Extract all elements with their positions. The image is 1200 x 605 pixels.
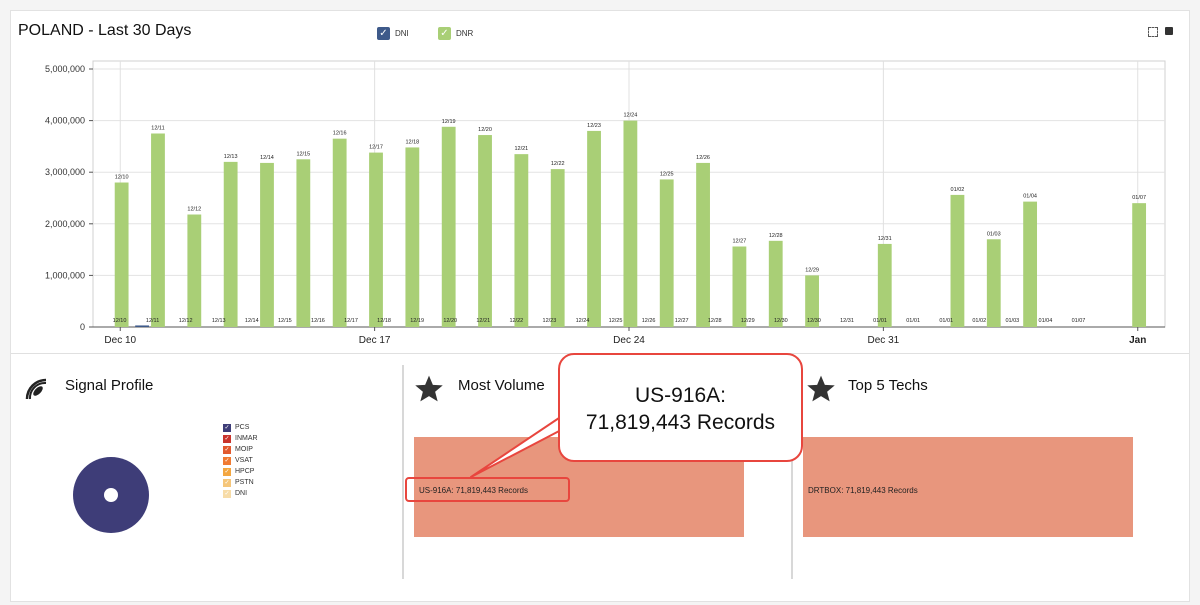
- callout-highlight-box: [405, 477, 570, 502]
- callout-bubble: US-916A: 71,819,443 Records: [558, 353, 803, 462]
- callout-connector: [470, 417, 564, 478]
- dashboard-frame: POLAND - Last 30 Days ✓ DNI ✓ DNR 0 1,000…: [10, 10, 1190, 602]
- callout-line-2: 71,819,443 Records: [585, 411, 776, 434]
- callout-line-1: US-916A:: [634, 384, 727, 407]
